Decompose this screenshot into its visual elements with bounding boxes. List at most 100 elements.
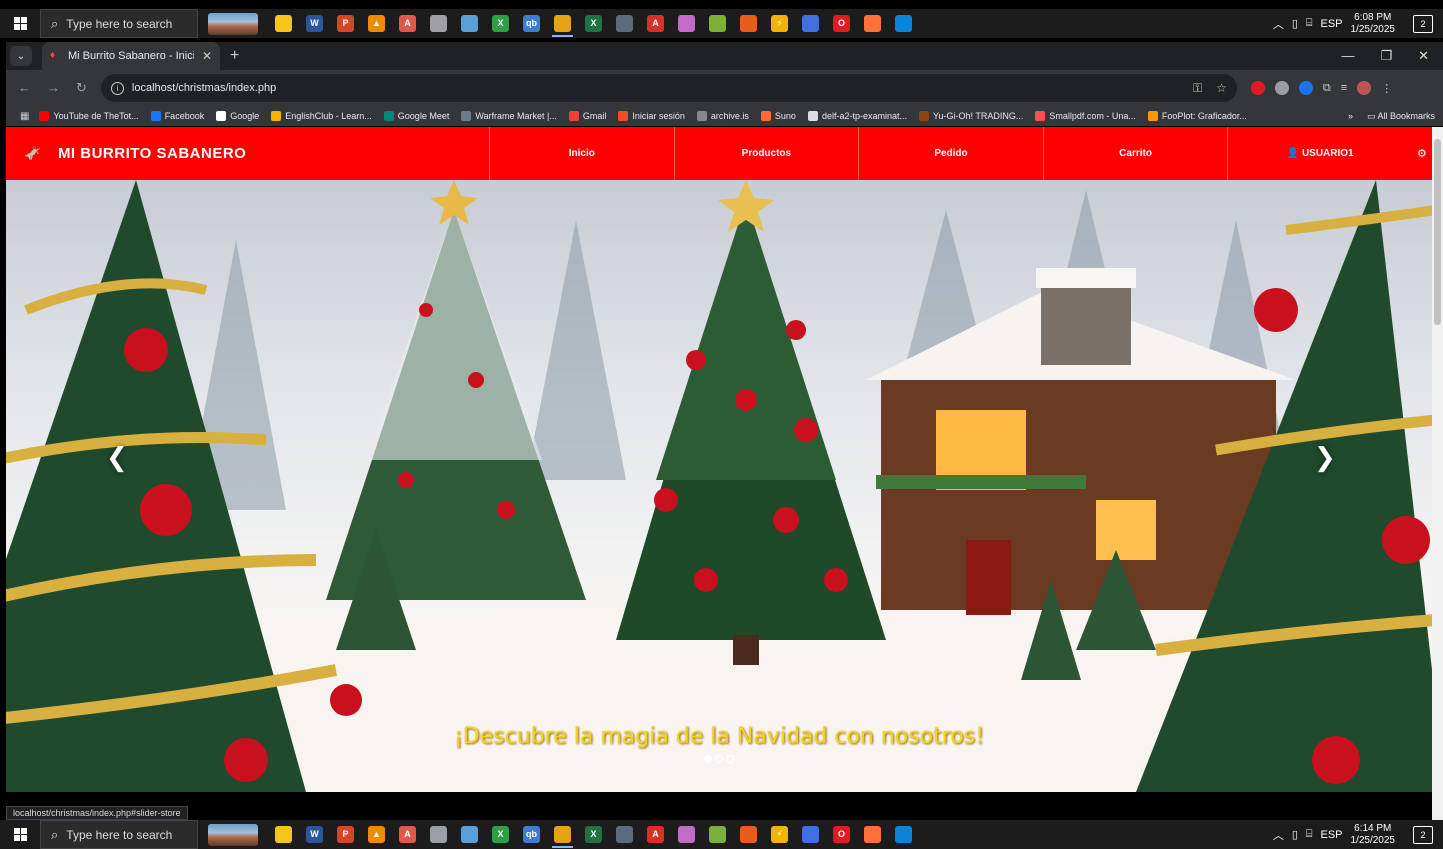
restore-icon[interactable]: ❐ xyxy=(1380,48,1392,64)
bookmark-item[interactable]: delf-a2-tp-examinat... xyxy=(807,111,907,121)
firefox-icon[interactable] xyxy=(859,10,886,37)
puzzle-icon[interactable]: ⧉ xyxy=(1323,82,1331,95)
close-window-icon[interactable]: ✕ xyxy=(1418,48,1429,64)
network-icon[interactable]: ⌸ xyxy=(1306,828,1313,841)
all-bookmarks-link[interactable]: ▭ All Bookmarks xyxy=(1367,111,1435,122)
bookmark-item[interactable]: Yu-Gi-Oh! TRADING... xyxy=(918,111,1023,121)
excel-icon[interactable]: X xyxy=(580,10,607,37)
bookmark-item[interactable]: Google xyxy=(216,111,259,121)
taskbar-widget-thumbnail[interactable] xyxy=(208,12,258,35)
notification-icon[interactable]: 2 xyxy=(1413,14,1433,33)
apps-grid-icon[interactable]: ▦ xyxy=(6,111,39,122)
monitor-app-icon[interactable] xyxy=(797,821,824,848)
tools-icon[interactable] xyxy=(704,10,731,37)
game-icon[interactable] xyxy=(735,821,762,848)
start-button[interactable] xyxy=(0,9,40,38)
game-icon[interactable] xyxy=(735,10,762,37)
xbox-icon[interactable]: X xyxy=(487,821,514,848)
minimize-icon[interactable]: — xyxy=(1341,48,1354,64)
slider-prev-icon[interactable]: ❮ xyxy=(106,442,128,473)
bookmark-item[interactable]: YouTube de TheTot... xyxy=(39,111,139,121)
bookmark-item[interactable]: Facebook xyxy=(150,111,204,121)
site-brand[interactable]: 🫏 MI BURRITO SABANERO xyxy=(6,145,489,162)
opera-icon[interactable]: O xyxy=(828,10,855,37)
forward-icon[interactable]: → xyxy=(47,80,60,96)
taskbar-search-box[interactable]: ⌕ Type here to search xyxy=(40,820,198,849)
powerpoint-icon[interactable]: P xyxy=(332,10,359,37)
store-icon[interactable] xyxy=(890,821,917,848)
nav-productos[interactable]: Productos xyxy=(673,127,859,180)
tools-icon[interactable] xyxy=(704,821,731,848)
qbittorrent-icon[interactable]: qb xyxy=(518,821,545,848)
nav-carrito[interactable]: Carrito xyxy=(1042,127,1228,180)
paint-icon[interactable] xyxy=(673,821,700,848)
menu-kebab-icon[interactable]: ⋮ xyxy=(1381,82,1392,95)
slider-dot[interactable] xyxy=(715,755,723,763)
bolt-app-icon[interactable]: ⚡ xyxy=(766,821,793,848)
feather-app-icon[interactable] xyxy=(456,821,483,848)
network-icon[interactable]: ⌸ xyxy=(1306,17,1313,30)
reading-list-icon[interactable]: ≡ xyxy=(1341,82,1347,94)
pdf-reader-icon[interactable]: A xyxy=(394,821,421,848)
slider-next-icon[interactable]: ❯ xyxy=(1314,442,1336,473)
start-button[interactable] xyxy=(0,820,40,849)
close-tab-icon[interactable]: ✕ xyxy=(202,49,212,63)
clock[interactable]: 6:14 PM 1/25/2025 xyxy=(1351,823,1396,847)
monitor-app-icon[interactable] xyxy=(797,10,824,37)
password-key-icon[interactable]: ⚿ xyxy=(1193,81,1202,96)
word-icon[interactable]: W xyxy=(301,10,328,37)
slider-dot[interactable] xyxy=(726,755,734,763)
bookmark-item[interactable]: Iniciar sesión xyxy=(618,111,685,121)
vpn-extension-icon[interactable] xyxy=(1298,81,1313,95)
firefox-icon[interactable] xyxy=(859,821,886,848)
address-bar[interactable]: i localhost/christmas/index.php ⚿ ☆ xyxy=(100,74,1237,102)
file-explorer-icon[interactable] xyxy=(270,10,297,37)
clock[interactable]: 6:08 PM 1/25/2025 xyxy=(1351,12,1396,36)
taskbar-search-box[interactable]: ⌕ Type here to search xyxy=(40,9,198,38)
opera-extension-icon[interactable] xyxy=(1250,81,1265,95)
page-scrollbar[interactable] xyxy=(1432,127,1443,820)
paint-icon[interactable] xyxy=(673,10,700,37)
acrobat-icon[interactable]: A xyxy=(642,821,669,848)
powerpoint-icon[interactable]: P xyxy=(332,821,359,848)
chrome-icon[interactable] xyxy=(549,821,576,848)
site-info-icon[interactable]: i xyxy=(110,81,124,95)
opera-icon[interactable]: O xyxy=(828,821,855,848)
taskbar-widget-thumbnail[interactable] xyxy=(208,823,258,846)
tab-search-icon[interactable]: ⌄ xyxy=(10,46,32,66)
battery-icon[interactable]: ▯ xyxy=(1292,828,1298,841)
extension-icon[interactable] xyxy=(1274,81,1289,95)
language-indicator[interactable]: ESP xyxy=(1320,829,1342,841)
cloud-app-icon[interactable] xyxy=(425,10,452,37)
excel-icon[interactable]: X xyxy=(580,821,607,848)
chrome-icon[interactable] xyxy=(549,10,576,37)
vlc-icon[interactable]: ▲ xyxy=(363,821,390,848)
bookmark-item[interactable]: Warframe Market |... xyxy=(461,111,557,121)
chevron-up-icon[interactable]: ︿ xyxy=(1273,16,1284,32)
pdf-reader-icon[interactable]: A xyxy=(394,10,421,37)
bookmark-item[interactable]: Suno xyxy=(760,111,796,121)
nav-user-menu[interactable]: 👤 USUARIO1 xyxy=(1227,127,1412,180)
bookmark-item[interactable]: FooPlot: Graficador... xyxy=(1147,111,1247,121)
bookmark-star-icon[interactable]: ☆ xyxy=(1216,81,1227,96)
cloud-app-icon[interactable] xyxy=(425,821,452,848)
bookmark-item[interactable]: Smallpdf.com - Una... xyxy=(1035,111,1136,121)
scrollbar-thumb[interactable] xyxy=(1434,139,1441,325)
browser-tab[interactable]: ♦ Mi Burrito Sabanero - Inicio ✕ xyxy=(42,42,220,70)
more-bookmarks-icon[interactable]: » xyxy=(1348,111,1353,121)
profile-avatar[interactable] xyxy=(1357,81,1372,95)
word-icon[interactable]: W xyxy=(301,821,328,848)
back-icon[interactable]: ← xyxy=(18,80,31,96)
feather-app-icon[interactable] xyxy=(456,10,483,37)
chevron-up-icon[interactable]: ︿ xyxy=(1273,827,1284,843)
new-tab-icon[interactable]: + xyxy=(230,47,239,65)
acrobat-icon[interactable]: A xyxy=(642,10,669,37)
bookmark-item[interactable]: Gmail xyxy=(568,111,606,121)
bookmark-item[interactable]: EnglishClub - Learn... xyxy=(271,111,372,121)
reload-icon[interactable]: ↻ xyxy=(76,80,87,96)
nav-inicio[interactable]: Inicio xyxy=(489,127,674,180)
calculator-icon[interactable] xyxy=(611,821,638,848)
language-indicator[interactable]: ESP xyxy=(1320,18,1342,30)
battery-icon[interactable]: ▯ xyxy=(1292,17,1298,30)
slider-dot[interactable] xyxy=(704,755,712,763)
